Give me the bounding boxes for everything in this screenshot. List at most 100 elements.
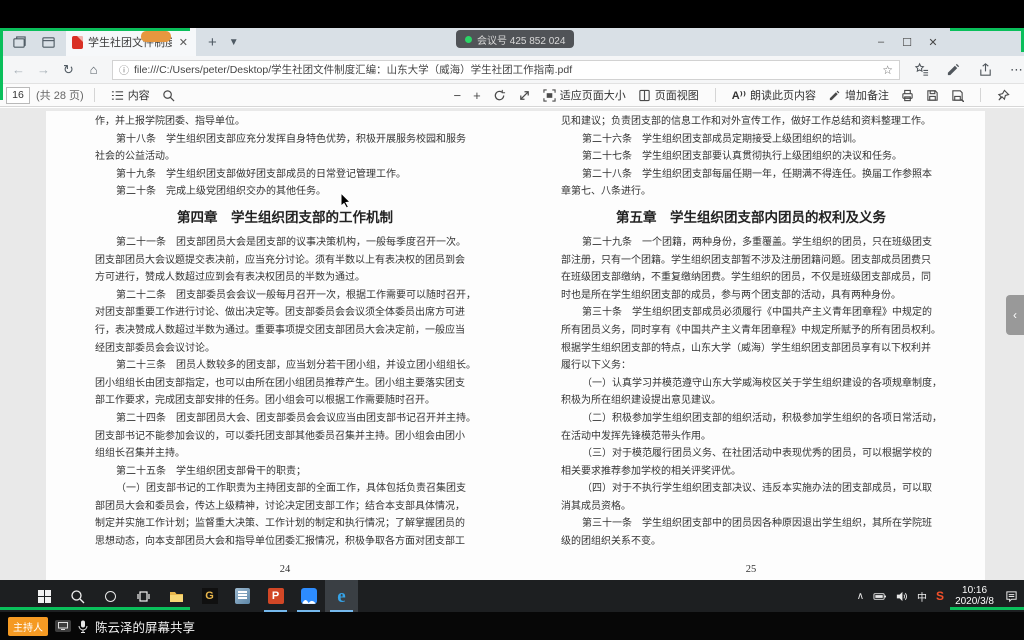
notes-app-button[interactable] (226, 580, 259, 612)
document-text-line: 第二十三条 团员人数较多的团支部，应当划分若干团小组，并设立团小组组长。 (95, 357, 475, 375)
web-note-pen-icon[interactable] (946, 62, 961, 77)
document-text-line: 见和建议；负责团支部的信息工作和对外宣传工作，做好工作总结和资料整理工作。 (561, 113, 941, 131)
document-text-line: 第三十一条 学生组织团支部中的团员因各种原因退出学生组织，其所在学院班 (561, 515, 941, 533)
taskbar-clock[interactable]: 10:16 2020/3/8 (955, 585, 994, 608)
meeting-float-indicator[interactable] (141, 31, 171, 42)
read-aloud-button[interactable]: A⁾⁾ 朗读此页内容 (726, 87, 822, 103)
document-text-line: 第二十四条 团支部团员大会、团支部委员会会议应当由团支部书记召开并主持。 (95, 410, 475, 428)
divider (980, 88, 981, 102)
tab-close-icon[interactable]: ✕ (177, 36, 190, 49)
tab-list-dropdown-icon[interactable]: ▼ (229, 37, 239, 48)
page-view-icon (638, 89, 651, 102)
g-app-button[interactable]: G (193, 580, 226, 612)
window-minimize-button[interactable]: – (868, 28, 894, 56)
meeting-id-pill[interactable]: 会议号 425 852 024 (456, 30, 574, 48)
document-text-line: 相关要求推荐参加学校的相关评奖评优。 (561, 463, 941, 481)
page-view-button[interactable]: 页面视图 (632, 87, 705, 103)
fit-page-button[interactable]: 适应页面大小 (537, 87, 632, 103)
read-aloud-icon: A⁾⁾ (732, 89, 746, 102)
document-text-line: 第二十一条 团支部团员大会是团支部的议事决策机构，一般每季度召开一次。 (95, 234, 475, 252)
more-menu-icon[interactable]: ⋯ (1010, 62, 1024, 78)
forward-icon[interactable]: → (31, 62, 56, 77)
set-tabs-aside-icon[interactable] (12, 35, 27, 50)
url-text: file:///C:/Users/peter/Desktop/学生社团文件制度汇… (134, 62, 877, 77)
tray-overflow-chevron-icon[interactable]: ∧ (857, 591, 864, 602)
share-icon[interactable] (978, 62, 993, 77)
action-center-icon[interactable] (1005, 590, 1018, 603)
pdf-file-icon (72, 36, 83, 49)
page-info-icon[interactable]: ⓘ (119, 62, 129, 77)
document-text-line: 级的团组织关系不变。 (561, 533, 941, 551)
save-as-button[interactable] (945, 89, 970, 102)
meeting-shared-screen: 学生社团文件制度汇编: ✕ + ▼ – ☐ ✕ ← → ↻ ⌂ ⓘ file:/… (0, 0, 1024, 640)
document-text-line: 第四章 学生组织团支部的工作机制 (95, 204, 475, 232)
address-input[interactable]: ⓘ file:///C:/Users/peter/Desktop/学生社团文件制… (112, 60, 900, 80)
screen-share-icon[interactable] (55, 620, 71, 632)
document-text-line: 部注册，只有一个团籍。学生组织团支部暂不涉及注册团籍问题。团支部成员团费只 (561, 252, 941, 270)
document-text-line: 所有团员义务，同时享有《中国共产主义青年团章程》中规定所赋予的所有团员权利。 (561, 322, 941, 340)
page-number-input[interactable] (6, 87, 30, 104)
hub-favorites-icon[interactable] (914, 62, 929, 77)
document-text-line: 方可进行，赞成人数超过应到会有表决权团员的半数为通过。 (95, 269, 475, 287)
browser-address-bar: ← → ↻ ⌂ ⓘ file:///C:/Users/peter/Desktop… (0, 56, 1024, 84)
note-pen-icon (828, 89, 841, 102)
document-text-line: 在班级团支部缴纳，不重复缴纳团费。学生组织的团员，不仅是班级团支部成员，同 (561, 269, 941, 287)
pin-toolbar-button[interactable] (991, 89, 1016, 102)
print-button[interactable] (895, 89, 920, 102)
back-icon[interactable]: ← (6, 62, 31, 77)
contents-list-icon (111, 89, 124, 102)
sogou-input-icon[interactable]: S (936, 589, 944, 603)
document-text-line: 第二十八条 学生组织团支部每届任期一年，任期满不得连任。换届工作参照本 (561, 166, 941, 184)
full-screen-button[interactable] (512, 89, 537, 102)
new-tab-button[interactable]: + (208, 34, 217, 51)
add-note-button[interactable]: 增加备注 (822, 87, 895, 103)
save-button[interactable] (920, 89, 945, 102)
browser-tab-active[interactable]: 学生社团文件制度汇编: ✕ (66, 28, 196, 56)
divider (715, 88, 716, 102)
add-favorite-star-icon[interactable]: ☆ (882, 63, 893, 77)
document-text-line: 第二十六条 学生组织团支部成员定期接受上级团组织的培训。 (561, 131, 941, 149)
search-button[interactable] (156, 89, 181, 102)
document-text-line: 第二十五条 学生组织团支部骨干的职责； (95, 463, 475, 481)
screen-share-status-bar: 主持人 陈云泽的屏幕共享 (0, 612, 1024, 640)
refresh-icon[interactable]: ↻ (56, 62, 81, 78)
document-text-line: 第五章 学生组织团支部内团员的权利及义务 (561, 204, 941, 232)
pdf-toolbar: (共 28 页) 内容 − + 适应页面大小 (0, 84, 1024, 107)
ime-language-icon[interactable]: 中 (917, 589, 927, 604)
battery-icon[interactable] (873, 590, 886, 603)
document-text-line: 根据学生组织团支部的特点，山东大学（威海）学生组织团支部团员享有以下权利并 (561, 340, 941, 358)
sidebar-collapse-handle[interactable]: ‹ (1006, 295, 1024, 335)
document-text-line: （一）认真学习并模范遵守山东大学威海校区关于学生组织建设的各项规章制度， (561, 375, 941, 393)
page-number-footer: 25 (561, 564, 941, 575)
document-text-line: （三）对于模范履行团员义务、在社团活动中表现优秀的团员，可以根据学校的 (561, 445, 941, 463)
document-text-line: 消其成员资格。 (561, 498, 941, 516)
document-text-line: 第二十七条 学生组织团支部要认真贯彻执行上级团组织的决议和任务。 (561, 148, 941, 166)
tab-preview-icon[interactable] (41, 35, 56, 50)
edge-browser-button[interactable]: e (325, 580, 358, 612)
volume-icon[interactable] (895, 590, 908, 603)
window-maximize-button[interactable]: ☐ (894, 28, 920, 56)
contents-button[interactable]: 内容 (105, 87, 156, 103)
printer-icon (901, 89, 914, 102)
home-icon[interactable]: ⌂ (81, 62, 106, 77)
rotate-icon (493, 89, 506, 102)
powerpoint-button[interactable]: P (259, 580, 292, 612)
document-text-line: 部工作要求，完成团支部安排的任务。团小组会可以根据工作需要随时召开。 (95, 392, 475, 410)
document-text-line: 第二十条 完成上级党团组织交办的其他任务。 (95, 183, 475, 201)
document-text-line: （四）对于不执行学生组织团支部决议、违反本实施办法的团支部成员，可以取 (561, 480, 941, 498)
zoom-in-button[interactable]: + (467, 89, 487, 102)
share-border-left (0, 28, 3, 100)
document-text-line: 第十九条 学生组织团支部做好团支部成员的日常登记管理工作。 (95, 166, 475, 184)
window-close-button[interactable]: ✕ (920, 28, 946, 56)
share-border-bottom-left (0, 607, 190, 610)
rotate-button[interactable] (487, 89, 512, 102)
pdf-page-24: 作，并上报学院团委、指导单位。 第十八条 学生组织团支部应充分发挥自身特色优势，… (95, 113, 475, 551)
meeting-app-button[interactable] (292, 580, 325, 612)
cortana-ring-icon (105, 591, 116, 602)
pdf-content-area[interactable]: 作，并上报学院团委、指导单位。 第十八条 学生组织团支部应充分发挥自身特色优势，… (0, 108, 1024, 580)
document-text-line: 履行以下义务： (561, 357, 941, 375)
share-border-bottom-right (950, 607, 1024, 610)
document-app-icon (235, 588, 250, 604)
zoom-out-button[interactable]: − (448, 89, 468, 102)
microphone-icon[interactable] (78, 620, 88, 633)
